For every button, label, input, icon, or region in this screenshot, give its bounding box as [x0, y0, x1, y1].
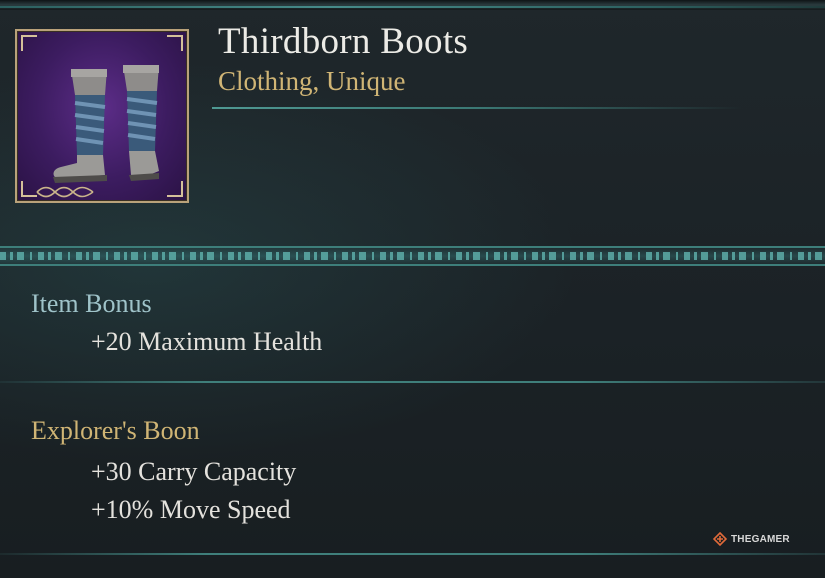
item-type: Clothing, Unique — [218, 66, 406, 96]
ornamental-divider — [0, 240, 825, 274]
item-tooltip-panel: Thirdborn Boots Clothing, Unique Item Bo… — [0, 0, 825, 578]
bottom-separator — [0, 553, 825, 555]
divider-line — [0, 246, 825, 248]
top-border — [0, 0, 825, 10]
watermark-text: THEGAMER — [731, 533, 790, 545]
divider-line — [0, 264, 825, 266]
thegamer-logo-icon — [713, 532, 727, 546]
watermark: THEGAMER — [713, 531, 790, 547]
divider-dashes — [0, 252, 825, 260]
stat-move-speed: +10% Move Speed — [91, 495, 291, 524]
stat-maximum-health: +20 Maximum Health — [91, 327, 323, 356]
boots-icon — [53, 65, 159, 183]
item-name: Thirdborn Boots — [218, 21, 469, 62]
section-separator — [0, 381, 825, 383]
explorers-boon-heading: Explorer's Boon — [31, 416, 200, 445]
stat-carry-capacity: +30 Carry Capacity — [91, 457, 297, 486]
item-bonus-heading: Item Bonus — [31, 289, 152, 318]
item-icon-frame — [15, 29, 189, 203]
title-underline — [212, 107, 742, 109]
